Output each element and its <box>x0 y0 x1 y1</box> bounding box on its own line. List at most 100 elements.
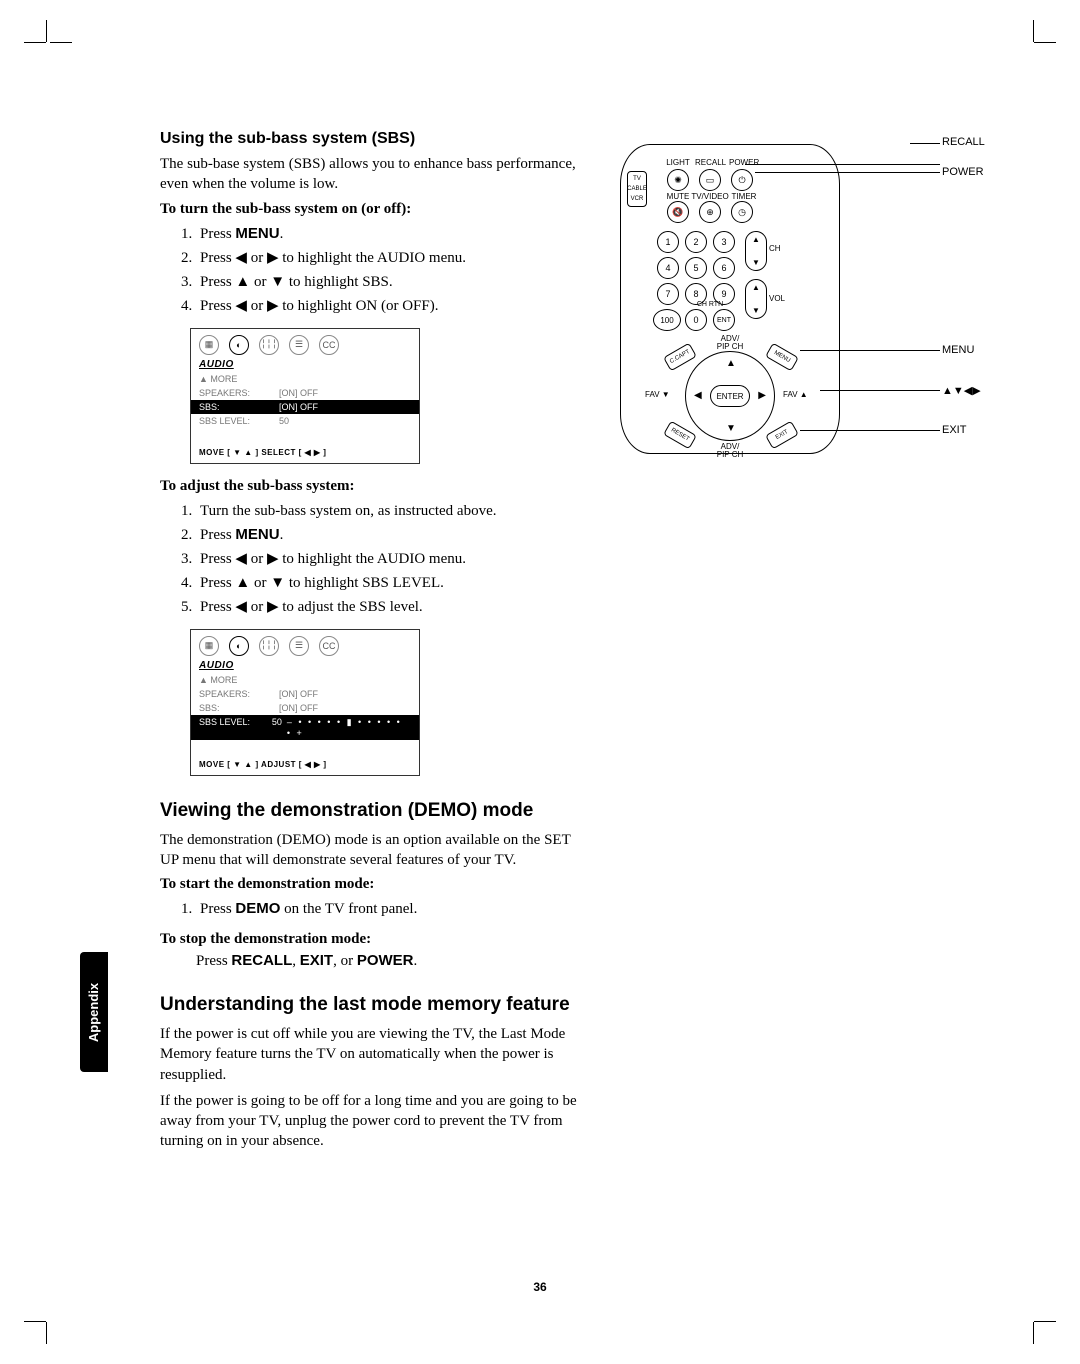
crop-mark <box>1033 1322 1034 1344</box>
step: Press MENU. <box>196 523 580 547</box>
crop-mark <box>24 1321 46 1322</box>
osd-row-speakers: SPEAKERS:[ON] OFF <box>191 687 419 701</box>
label-vol: VOL <box>769 295 785 303</box>
vol-rocker: ▲▼ <box>745 279 767 319</box>
subhead-stop-demo: To stop the demonstration mode: <box>160 931 580 948</box>
osd-screenshot-1: ▦ ◐ ╎╎╎ ☰ CC AUDIO ▲ MORE SPEAKERS:[ON] … <box>190 328 420 464</box>
osd-row-speakers: SPEAKERS:[ON] OFF <box>191 386 419 400</box>
callout-line <box>800 430 940 431</box>
light-button: ✺ <box>667 169 689 191</box>
osd-screenshot-2: ▦ ◐ ╎╎╎ ☰ CC AUDIO ▲ MORE SPEAKERS:[ON] … <box>190 629 420 776</box>
osd-tab-icons: ▦ ◐ ╎╎╎ ☰ CC <box>191 329 419 359</box>
callout-recall: RECALL <box>942 136 985 148</box>
tvvideo-button: ⊕ <box>699 201 721 223</box>
crop-mark <box>46 1322 47 1344</box>
num-100: 100 <box>653 309 681 331</box>
osd-footer: MOVE [ ▼ ▲ ] ADJUST [ ◀ ▶ ] <box>191 754 419 775</box>
step: Press ◀ or ▶ to adjust the SBS level. <box>196 595 580 619</box>
osd-row-more: ▲ MORE <box>191 372 419 386</box>
right-arrow-icon: ▶ <box>758 390 766 401</box>
step: Press ◀ or ▶ to highlight ON (or OFF). <box>196 294 580 318</box>
subhead-turn-on: To turn the sub-bass system on (or off): <box>160 201 580 218</box>
appendix-tab: Appendix <box>80 952 108 1072</box>
label-timer: TIMER <box>729 193 759 201</box>
power-button: ⏻ <box>731 169 753 191</box>
intro-sbs: The sub-base system (SBS) allows you to … <box>160 154 580 195</box>
heading-lastmode: Understanding the last mode memory featu… <box>160 994 580 1016</box>
page-number: 36 <box>0 1280 1080 1294</box>
step: Press ◀ or ▶ to highlight the AUDIO menu… <box>196 246 580 270</box>
recall-button: ▭ <box>699 169 721 191</box>
main-content: Using the sub-bass system (SBS) The sub-… <box>160 130 580 1158</box>
heading-demo: Viewing the demonstration (DEMO) mode <box>160 800 580 822</box>
label-adv-top: ADV/PIP CH <box>705 335 755 351</box>
callout-line <box>820 390 940 391</box>
picture-icon: ▦ <box>199 636 219 656</box>
step: Press ▲ or ▼ to highlight SBS. <box>196 270 580 294</box>
menu-button: MENU <box>765 343 799 372</box>
callout-line <box>745 164 940 165</box>
crop-mark <box>1033 20 1034 42</box>
callout-line <box>910 143 940 144</box>
num-6: 6 <box>713 257 735 279</box>
num-4: 4 <box>657 257 679 279</box>
page: Appendix Using the sub-bass system (SBS)… <box>0 0 1080 1364</box>
heading-sbs: Using the sub-bass system (SBS) <box>160 130 580 148</box>
num-1: 1 <box>657 231 679 253</box>
osd-title: AUDIO <box>191 359 419 372</box>
label-favdown: FAV ▼ <box>645 391 670 399</box>
cc-icon: CC <box>319 335 339 355</box>
up-arrow-icon: ▲ <box>726 358 736 369</box>
num-5: 5 <box>685 257 707 279</box>
num-0: 0 <box>685 309 707 331</box>
label-chrtn: CH RTN <box>685 301 735 308</box>
callout-exit: EXIT <box>942 424 966 436</box>
remote-diagram: TVCABLEVCR LIGHT RECALL POWER ✺ ▭ ⏻ MUTE… <box>600 134 1000 474</box>
intro-demo: The demonstration (DEMO) mode is an opti… <box>160 830 580 871</box>
label-recall: RECALL <box>695 159 725 167</box>
down-arrow-icon: ▼ <box>726 423 736 434</box>
callout-line <box>755 172 940 173</box>
subhead-start-demo: To start the demonstration mode: <box>160 876 580 893</box>
ch-rocker: ▲▼ <box>745 231 767 271</box>
ccapt-button: C.CAPT <box>663 343 697 372</box>
setup-icon: ☰ <box>289 335 309 355</box>
steps-turn-on: Press MENU. Press ◀ or ▶ to highlight th… <box>196 222 580 318</box>
osd-footer: MOVE [ ▼ ▲ ] SELECT [ ◀ ▶ ] <box>191 442 419 463</box>
label-light: LIGHT <box>665 159 691 167</box>
mute-button: 🔇 <box>667 201 689 223</box>
callout-power: POWER <box>942 166 984 178</box>
step: Turn the sub-bass system on, as instruct… <box>196 499 580 523</box>
step: Press ◀ or ▶ to highlight the AUDIO menu… <box>196 547 580 571</box>
audio-icon: ◐ <box>229 335 249 355</box>
step: Press MENU. <box>196 222 580 246</box>
crop-mark <box>46 20 47 42</box>
enter-button: ENTER <box>710 385 750 407</box>
equalizer-icon: ╎╎╎ <box>259 636 279 656</box>
osd-row-sbslevel: SBS LEVEL:50 <box>191 414 419 428</box>
label-power: POWER <box>729 159 759 167</box>
subhead-adjust: To adjust the sub-bass system: <box>160 478 580 495</box>
num-2: 2 <box>685 231 707 253</box>
steps-adjust: Turn the sub-bass system on, as instruct… <box>196 499 580 619</box>
lastmode-p1: If the power is cut off while you are vi… <box>160 1024 580 1085</box>
crop-mark <box>24 42 46 43</box>
label-tvvideo: TV/VIDEO <box>691 193 729 201</box>
label-ch: CH <box>769 245 781 253</box>
osd-title: AUDIO <box>191 660 419 673</box>
picture-icon: ▦ <box>199 335 219 355</box>
stop-demo-line: Press RECALL, EXIT, or POWER. <box>196 952 580 970</box>
crop-mark <box>50 42 72 43</box>
callout-menu: MENU <box>942 344 974 356</box>
audio-icon: ◐ <box>229 636 249 656</box>
osd-row-sbs: SBS:[ON] OFF <box>191 701 419 715</box>
left-arrow-icon: ◀ <box>694 390 702 401</box>
label-favup: FAV ▲ <box>783 391 808 399</box>
lastmode-p2: If the power is going to be off for a lo… <box>160 1091 580 1152</box>
crop-mark <box>1034 1321 1056 1322</box>
steps-start-demo: Press DEMO on the TV front panel. <box>196 897 580 921</box>
osd-row-sbslevel-selected: SBS LEVEL:50 – • • • • • ▮ • • • • • • + <box>191 715 419 740</box>
num-7: 7 <box>657 283 679 305</box>
reset-button: RESET <box>663 421 697 450</box>
dpad: ENTER ▲ ▼ ◀ ▶ <box>685 351 775 441</box>
